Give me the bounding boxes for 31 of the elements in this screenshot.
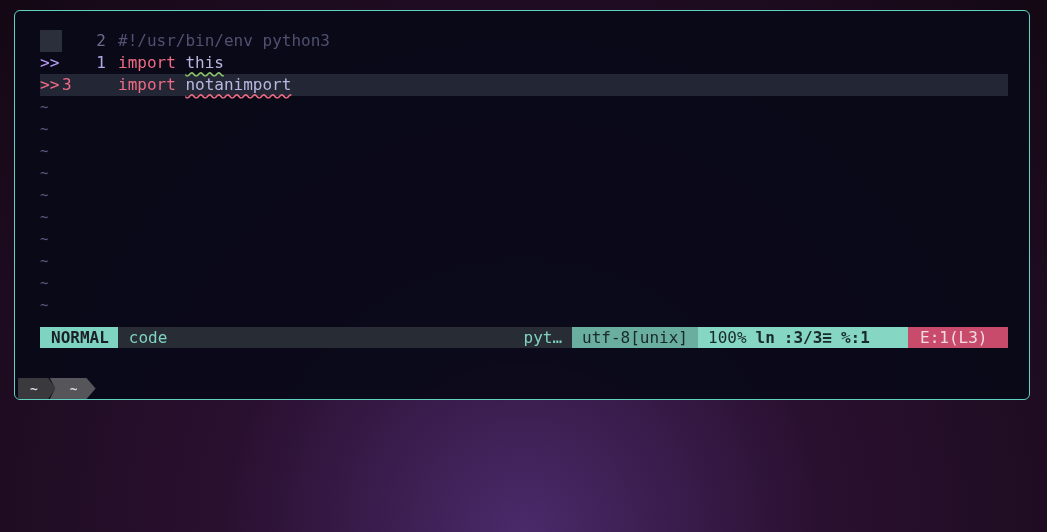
empty-line-marker: ~: [40, 98, 49, 117]
position-text: 100%: [708, 327, 747, 348]
tmux-tab[interactable]: ~: [49, 378, 96, 399]
empty-line-marker: ~: [40, 164, 49, 183]
error-count: E:1(L3): [908, 327, 1008, 348]
empty-line-marker: ~: [40, 252, 49, 271]
file-encoding: utf-8[unix]: [572, 327, 698, 348]
diagnostic-sign: >>: [40, 52, 60, 74]
tmux-tab[interactable]: ~: [18, 378, 56, 399]
file-type: pyt…: [522, 327, 564, 348]
code-token: this: [185, 53, 224, 72]
position-text: ln: [755, 327, 775, 348]
empty-line-marker: ~: [40, 186, 49, 205]
empty-line-marker: ~: [40, 296, 49, 315]
line-number: 2: [95, 30, 106, 52]
code-token: import: [118, 53, 176, 72]
code-token: notanimport: [185, 75, 292, 94]
mode-indicator: NORMAL: [40, 327, 118, 348]
code-token: #!/usr/bin/env python3: [118, 31, 330, 50]
line-number: 3: [62, 74, 73, 96]
diagnostic-sign: >>: [40, 74, 60, 96]
empty-line-marker: ~: [40, 142, 49, 161]
empty-line-marker: ~: [40, 208, 49, 227]
code-token: import: [118, 75, 176, 94]
line-number: 1: [95, 52, 106, 74]
file-name: code: [127, 327, 169, 348]
position-text: %:1: [840, 327, 870, 348]
empty-line-marker: ~: [40, 230, 49, 249]
empty-line-marker: ~: [40, 274, 49, 293]
position-text: :3/3≡: [783, 327, 832, 348]
empty-line-marker: ~: [40, 120, 49, 139]
